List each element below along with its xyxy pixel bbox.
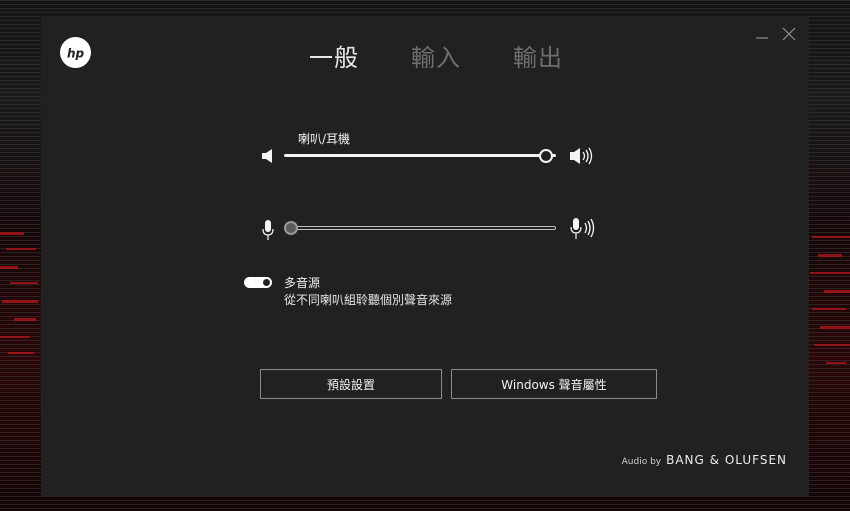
backdrop-streak <box>826 362 846 364</box>
hp-logo-icon: hp <box>67 46 85 60</box>
backdrop-streak <box>0 266 18 269</box>
speaker-high-icon[interactable] <box>569 146 599 166</box>
bang-olufsen-logo: BANG & OLUFSEN <box>666 453 787 467</box>
restore-defaults-button[interactable]: 預設設置 <box>260 369 442 399</box>
backdrop-streak <box>824 290 850 293</box>
audio-by-label: Audio by <box>621 457 662 467</box>
backdrop-streak <box>814 344 850 346</box>
backdrop-streak <box>818 254 842 257</box>
speaker-label: 喇叭/耳機 <box>298 132 351 146</box>
tab-output[interactable]: 輸出 <box>513 38 563 73</box>
audio-brand-footer: Audio by BANG & OLUFSEN <box>622 453 787 467</box>
speaker-volume-slider[interactable] <box>284 147 556 165</box>
tab-bar: 一般 輸入 輸出 <box>309 38 615 73</box>
backdrop-streak <box>8 352 34 354</box>
minimize-button[interactable] <box>752 24 772 44</box>
multi-stream-toggle-knob <box>263 279 270 286</box>
backdrop-streak <box>0 336 30 338</box>
microphone-volume-slider[interactable] <box>284 219 556 237</box>
windows-sound-properties-button[interactable]: Windows 聲音屬性 <box>451 369 657 399</box>
microphone-low-icon[interactable] <box>262 219 274 241</box>
backdrop-streak <box>14 318 36 321</box>
tab-general[interactable]: 一般 <box>309 38 359 73</box>
speaker-volume-track <box>284 154 556 157</box>
svg-text:hp: hp <box>67 46 85 60</box>
hp-logo: hp <box>60 37 91 68</box>
backdrop-streak <box>10 282 38 284</box>
tab-input[interactable]: 輸入 <box>411 38 461 73</box>
backdrop-streak <box>820 326 850 329</box>
backdrop-streak <box>2 300 38 303</box>
backdrop-streak <box>812 308 846 310</box>
microphone-volume-thumb[interactable] <box>284 221 298 235</box>
backdrop-streak <box>812 236 850 238</box>
backdrop-streak <box>6 248 36 250</box>
microphone-volume-track <box>284 226 556 230</box>
close-icon <box>782 27 796 41</box>
close-button[interactable] <box>779 24 799 44</box>
multi-stream-title: 多音源 <box>284 276 321 290</box>
multi-stream-description: 從不同喇叭組聆聽個別聲音來源 <box>284 293 453 307</box>
minimize-icon <box>756 37 768 39</box>
microphone-high-icon[interactable] <box>570 217 600 241</box>
multi-stream-toggle[interactable] <box>244 277 272 288</box>
backdrop-streak <box>0 232 24 235</box>
hp-audio-window: hp 一般 輸入 輸出 喇叭/耳機 多音源 從不同喇叭組聆聽個別聲音來源 預設設… <box>41 16 809 496</box>
speaker-low-icon[interactable] <box>261 148 275 164</box>
speaker-volume-thumb[interactable] <box>539 149 553 163</box>
backdrop-streak <box>810 272 850 274</box>
